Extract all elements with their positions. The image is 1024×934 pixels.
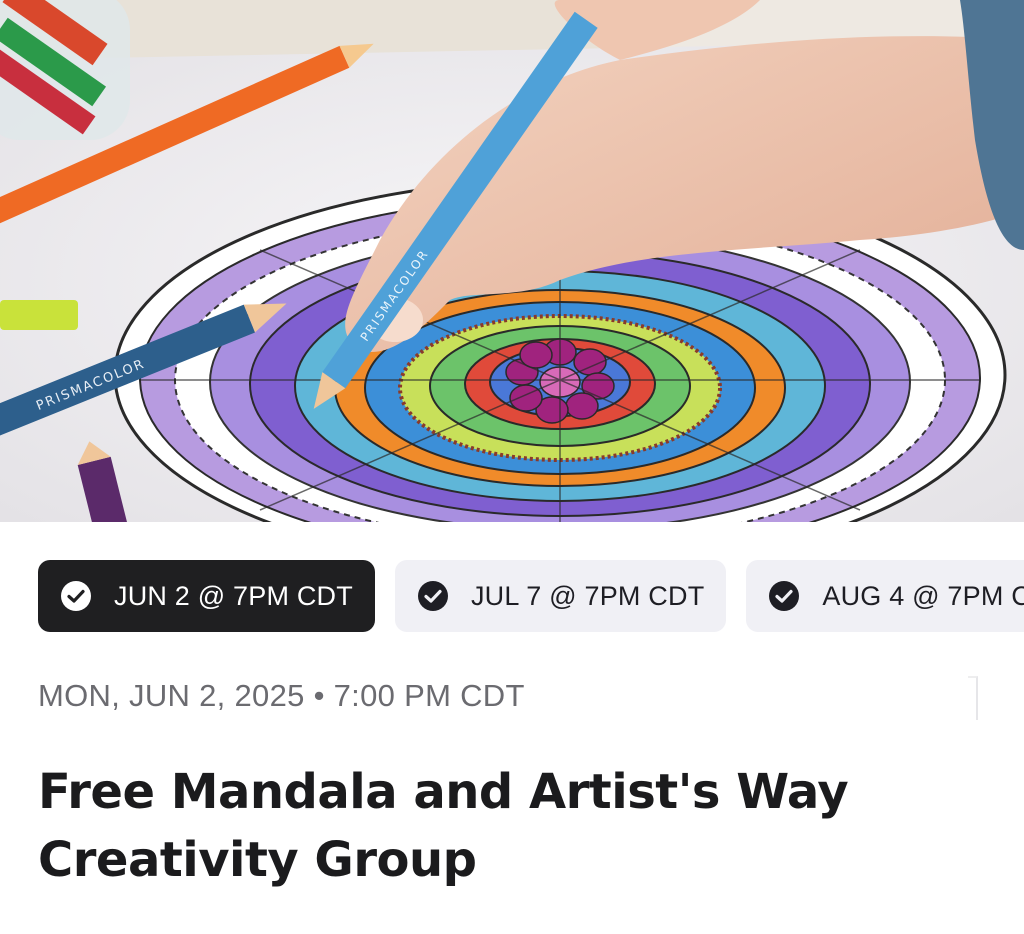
check-circle-icon [61,581,91,611]
check-circle-icon [769,581,800,611]
date-chip-label: JUL 7 @ 7PM CDT [470,580,705,611]
date-chip-aug-4[interactable]: AUG 4 @ 7PM CDT [746,560,1024,632]
event-date-time: MON, JUN 2, 2025 • 7:00 PM CDT [38,678,525,713]
event-page: PRISMACOLOR PRISMACOLOR JUN 2 @ 7PM CDT … [0,0,1024,934]
date-chip-label: JUN 2 @ 7PM CDT [114,580,353,611]
lime-pencil [0,300,78,330]
event-title: Free Mandala and Artist's Way Creativity… [38,764,849,888]
date-selector: JUN 2 @ 7PM CDT JUL 7 @ 7PM CDT AUG 4 @ … [38,560,1024,632]
date-chip-jun-2[interactable]: JUN 2 @ 7PM CDT [38,560,375,632]
share-icon[interactable] [968,676,978,720]
pencil-jar [0,0,130,140]
mandala-coloring-photo: PRISMACOLOR PRISMACOLOR [0,0,1024,522]
date-chip-jul-7[interactable]: JUL 7 @ 7PM CDT [394,560,727,632]
check-circle-icon [417,581,448,611]
event-hero-image: PRISMACOLOR PRISMACOLOR [0,0,1024,522]
date-chip-label: AUG 4 @ 7PM CDT [822,580,1024,611]
